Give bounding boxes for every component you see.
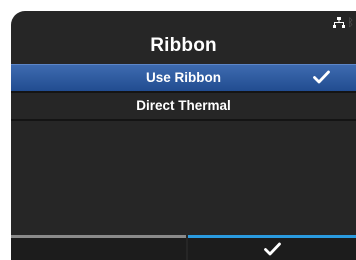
confirm-softkey[interactable] xyxy=(188,235,356,260)
option-list: Use Ribbon Direct Thermal xyxy=(11,64,356,121)
option-label: Use Ribbon xyxy=(145,70,221,85)
list-empty-space xyxy=(11,123,356,235)
check-icon xyxy=(264,242,281,256)
option-direct-thermal[interactable]: Direct Thermal xyxy=(11,93,356,121)
page-title: Ribbon xyxy=(150,35,217,56)
network-icon xyxy=(333,17,346,28)
left-softkey[interactable] xyxy=(11,235,186,260)
bluetooth-icon: ᛒ xyxy=(347,16,354,29)
softkey-bar xyxy=(11,235,356,260)
status-bar: ᛒ xyxy=(333,17,354,29)
option-label: Direct Thermal xyxy=(136,98,231,113)
option-use-ribbon[interactable]: Use Ribbon xyxy=(11,64,356,93)
check-icon xyxy=(313,70,330,84)
printer-display: ᛒ Ribbon Use Ribbon Direct Thermal xyxy=(11,11,356,260)
